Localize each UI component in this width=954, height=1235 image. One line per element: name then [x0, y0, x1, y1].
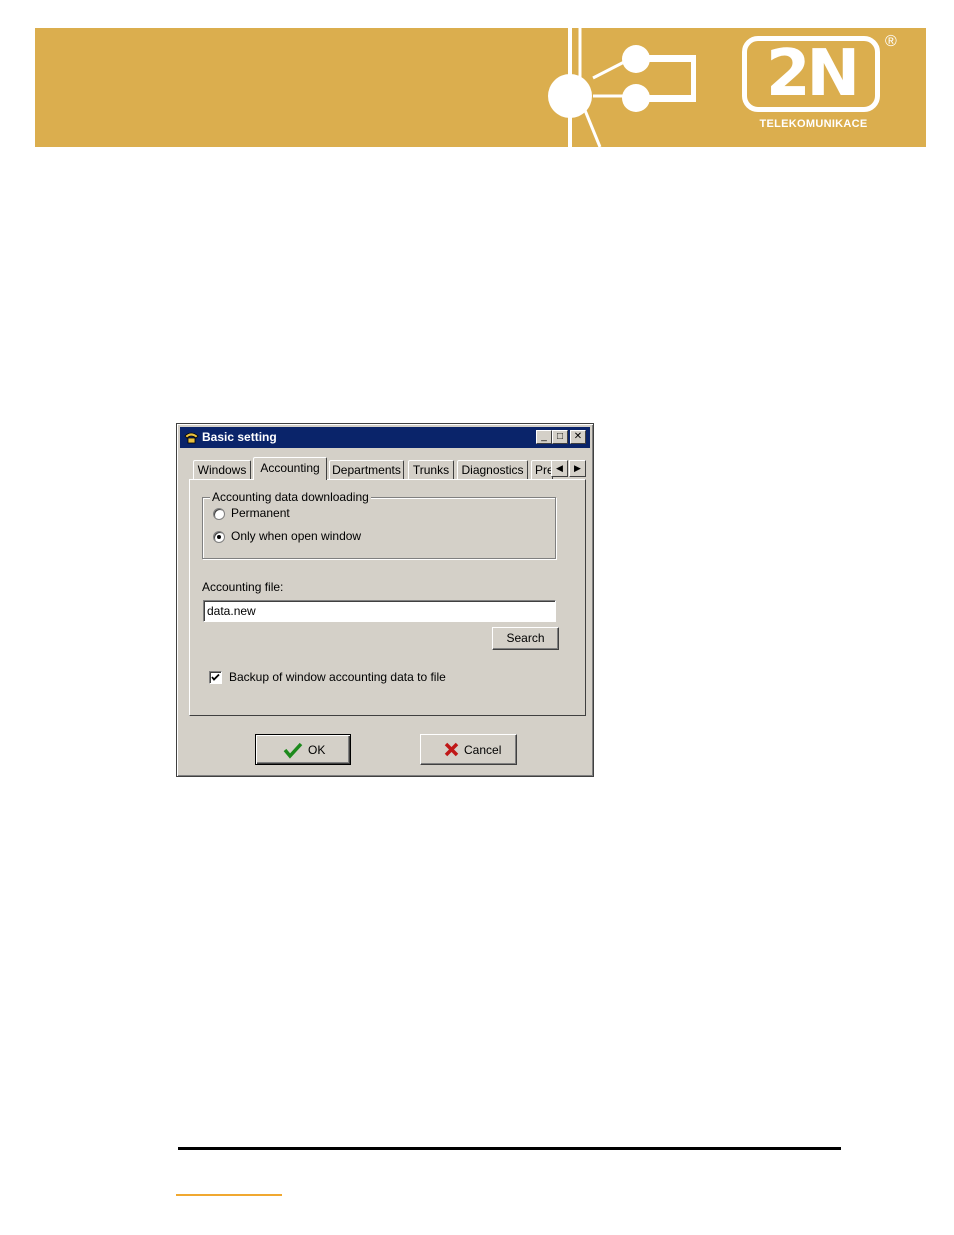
- tab-diagnostics[interactable]: Diagnostics: [457, 460, 528, 479]
- maximize-button[interactable]: □: [552, 430, 568, 444]
- radio-permanent[interactable]: [213, 508, 225, 520]
- maximize-icon: □: [556, 431, 564, 442]
- close-icon: ✕: [573, 431, 583, 442]
- registered-mark: ®: [885, 33, 897, 50]
- accounting-tab-panel: Accounting data downloading Permanent On…: [189, 479, 586, 716]
- basic-setting-dialog: Basic setting _ □ ✕ Windows Accounting D…: [176, 423, 594, 777]
- tab-departments[interactable]: Departments: [329, 460, 404, 479]
- radio-selected-dot: [217, 535, 221, 539]
- header-banner: 2N ® TELEKOMUNIKACE: [35, 28, 926, 147]
- arrow-right-icon: ▶: [574, 463, 581, 473]
- brand-subtitle: TELEKOMUNIKACE: [759, 118, 868, 130]
- cancel-button[interactable]: Cancel: [420, 734, 517, 765]
- tab-scroll-right-button[interactable]: ▶: [569, 460, 586, 477]
- radio-permanent-label[interactable]: Permanent: [231, 506, 290, 520]
- tab-windows[interactable]: Windows: [193, 460, 251, 479]
- backup-checkbox[interactable]: [209, 671, 222, 684]
- minimize-button[interactable]: _: [536, 430, 552, 444]
- telephone-icon: [184, 432, 199, 444]
- accounting-file-input[interactable]: data.new: [203, 600, 556, 622]
- brand-logo: 2N: [765, 37, 860, 111]
- radio-only-when-open-label[interactable]: Only when open window: [231, 529, 361, 543]
- ok-button[interactable]: OK: [255, 734, 351, 765]
- tab-scroll-left-button[interactable]: ◀: [551, 460, 568, 477]
- ok-label: OK: [308, 743, 326, 757]
- tab-pre[interactable]: Pre: [531, 460, 553, 479]
- checkmark-icon: [211, 673, 220, 681]
- minimize-icon: _: [541, 431, 547, 442]
- accounting-file-label: Accounting file:: [202, 580, 284, 594]
- backup-checkbox-label[interactable]: Backup of window accounting data to file: [229, 670, 446, 684]
- group-label: Accounting data downloading: [210, 490, 371, 504]
- checkmark-icon: [283, 742, 303, 759]
- close-button[interactable]: ✕: [570, 430, 586, 444]
- arrow-left-icon: ◀: [556, 463, 563, 473]
- tab-trunks[interactable]: Trunks: [408, 460, 454, 479]
- title-bar[interactable]: Basic setting _ □ ✕: [180, 427, 590, 448]
- cancel-label: Cancel: [464, 743, 502, 757]
- footer-link-underline: [176, 1194, 282, 1196]
- search-button[interactable]: Search: [492, 627, 559, 650]
- download-mode-group: Accounting data downloading Permanent On…: [202, 490, 556, 559]
- radio-only-when-open[interactable]: [213, 531, 225, 543]
- tab-accounting[interactable]: Accounting: [253, 457, 327, 480]
- x-cross-icon: [444, 742, 459, 757]
- window-title: Basic setting: [202, 430, 277, 444]
- footer-divider: [178, 1147, 841, 1150]
